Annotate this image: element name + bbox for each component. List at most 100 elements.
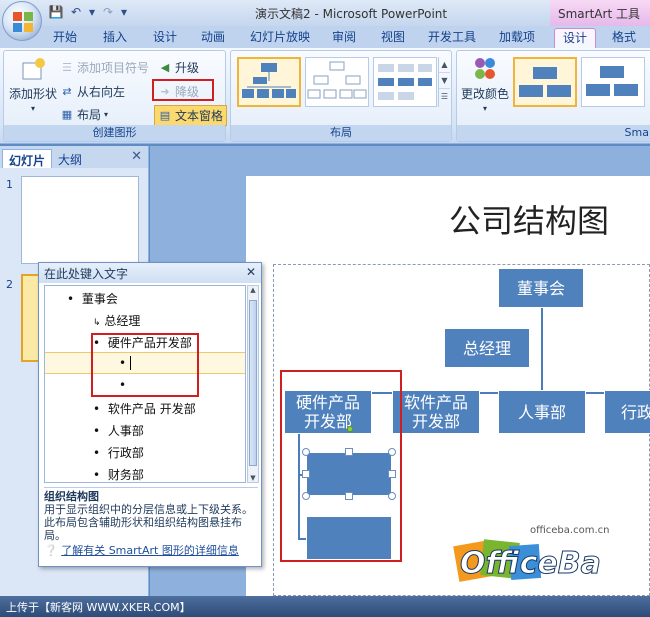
right-to-left-button[interactable]: ⇄ 从右向左 bbox=[60, 83, 125, 100]
org-chart-layout-icon bbox=[242, 63, 296, 98]
layout-hierarchy[interactable] bbox=[305, 57, 369, 107]
redo-icon[interactable]: ↷ bbox=[100, 4, 116, 20]
tab-addins[interactable]: 加载项 bbox=[494, 28, 540, 48]
title-bar: 💾 ↶ ▾ ↷ ▾ 演示文稿2 - Microsoft PowerPoint S… bbox=[0, 0, 650, 26]
description-body: 用于显示组织中的分层信息或上下级关系。此布局包含辅助形状和组织结构图悬挂布局。 bbox=[44, 503, 253, 542]
hardware-highlight bbox=[280, 370, 402, 562]
description-title: 组织结构图 bbox=[44, 490, 99, 503]
group-label-layouts: 布局 bbox=[231, 125, 451, 141]
tab-animation[interactable]: 动画 bbox=[196, 28, 230, 48]
help-link[interactable]: ❔ 了解有关 SmartArt 图形的详细信息 bbox=[44, 544, 258, 557]
ribbon-tabs: 开始 插入 设计 动画 幻灯片放映 审阅 视图 开发工具 加载项 设计 格式 bbox=[0, 26, 650, 48]
tab-review[interactable]: 审阅 bbox=[327, 28, 361, 48]
text-pane-scrollbar[interactable]: ▲ ▼ bbox=[247, 285, 259, 483]
text-pane-description: 组织结构图 用于显示组织中的分层信息或上下级关系。此布局包含辅助形状和组织结构图… bbox=[44, 487, 258, 563]
layout-horizontal-hierarchy[interactable] bbox=[373, 57, 437, 107]
layout-org-chart[interactable] bbox=[237, 57, 301, 107]
office-button[interactable] bbox=[2, 1, 42, 41]
change-colors-icon bbox=[475, 58, 495, 79]
svg-text:OfficeBa: OfficeBa bbox=[460, 546, 601, 581]
slides-pane-tabs: 幻灯片 大纲 ✕ bbox=[0, 146, 148, 168]
org-node-admin[interactable]: 行政 bbox=[604, 390, 650, 434]
promote-icon: ◀ bbox=[160, 60, 170, 74]
horizontal-hierarchy-icon bbox=[378, 64, 432, 100]
customize-qat-icon[interactable]: ▾ bbox=[120, 4, 128, 20]
gallery-down-icon[interactable]: ▼ bbox=[439, 73, 450, 89]
right-to-left-icon: ⇄ bbox=[62, 84, 72, 98]
dropdown-icon[interactable]: ▾ bbox=[88, 4, 96, 20]
org-node-hr[interactable]: 人事部 bbox=[498, 390, 586, 434]
group-label-styles: Sma bbox=[457, 125, 650, 141]
tab-slideshow[interactable]: 幻灯片放映 bbox=[246, 28, 314, 48]
tab-outline[interactable]: 大纲 bbox=[52, 149, 88, 168]
text-pane-close-icon[interactable]: ✕ bbox=[246, 265, 256, 279]
close-icon[interactable]: ✕ bbox=[131, 149, 142, 164]
status-text: 上传于【新客网 WWW.XKER.COM】 bbox=[6, 601, 191, 614]
org-node-board[interactable]: 董事会 bbox=[498, 268, 584, 308]
scroll-down-icon[interactable]: ▼ bbox=[248, 474, 258, 482]
officeba-watermark: officeba.com.cn OfficeBa bbox=[452, 525, 612, 585]
gallery-up-icon[interactable]: ▲ bbox=[439, 57, 450, 73]
add-shape-button[interactable]: 添加形状 ▾ bbox=[9, 57, 57, 113]
tab-home[interactable]: 开始 bbox=[48, 28, 82, 48]
window-title: 演示文稿2 - Microsoft PowerPoint bbox=[255, 7, 448, 21]
style-simple-fill[interactable] bbox=[513, 57, 577, 107]
text-pane-header: 在此处键入文字 ✕ bbox=[39, 263, 261, 283]
group-label-create-graphic: 创建图形 bbox=[4, 125, 225, 141]
tab-view[interactable]: 视图 bbox=[376, 28, 410, 48]
demote-highlight bbox=[152, 79, 214, 101]
promote-button[interactable]: ◀ 升级 bbox=[158, 59, 199, 76]
watermark-url: officeba.com.cn bbox=[530, 525, 610, 536]
tab-slides[interactable]: 幻灯片 bbox=[2, 149, 53, 168]
list-item[interactable]: • 财务部 bbox=[93, 466, 144, 482]
slide-number: 1 bbox=[6, 178, 13, 191]
add-bullet-button[interactable]: ☰ 添加项目符号 bbox=[60, 59, 149, 76]
tab-developer[interactable]: 开发工具 bbox=[424, 28, 480, 48]
add-shape-icon bbox=[22, 58, 45, 80]
text-pane-title: 在此处键入文字 bbox=[44, 267, 129, 281]
text-pane-button[interactable]: ▤ 文本窗格 bbox=[154, 105, 228, 126]
contextual-tab-title: SmartArt 工具 bbox=[550, 0, 650, 26]
slide-thumbnail-1[interactable] bbox=[21, 176, 139, 264]
hierarchy-layout-icon bbox=[307, 61, 367, 99]
slide-number: 2 bbox=[6, 278, 13, 291]
layout-gallery-scroll[interactable]: ▲ ▼ ☰ bbox=[438, 57, 450, 107]
quick-access-toolbar: 💾 ↶ ▾ ↷ ▾ bbox=[48, 4, 128, 20]
group-create-graphic: 添加形状 ▾ ☰ 添加项目符号 ⇄ 从右向左 ▦ 布局 ▾ ◀ 升级 ➜ 降级 … bbox=[3, 50, 228, 142]
org-node-manager[interactable]: 总经理 bbox=[444, 328, 530, 368]
group-smartart-styles: 更改颜色 ▾ Sma bbox=[456, 50, 650, 142]
status-bar: 上传于【新客网 WWW.XKER.COM】 bbox=[0, 596, 650, 617]
layout-icon: ▦ bbox=[61, 107, 73, 121]
text-pane-icon: ▤ bbox=[159, 108, 171, 122]
scroll-thumb[interactable] bbox=[249, 300, 257, 466]
tab-format[interactable]: 格式 bbox=[604, 28, 644, 48]
group-layouts: ▲ ▼ ☰ 布局 bbox=[230, 50, 452, 142]
layout-button[interactable]: ▦ 布局 ▾ bbox=[60, 106, 108, 123]
slide-title[interactable]: 公司结构图 bbox=[449, 196, 609, 242]
add-bullet-icon: ☰ bbox=[62, 60, 72, 74]
list-item[interactable]: ↳ 总经理 bbox=[93, 312, 140, 329]
gallery-more-icon[interactable]: ☰ bbox=[439, 89, 450, 105]
scroll-up-icon[interactable]: ▲ bbox=[248, 286, 258, 294]
new-items-highlight bbox=[91, 333, 199, 397]
officeba-logo: OfficeBa bbox=[453, 539, 601, 582]
ribbon: 添加形状 ▾ ☰ 添加项目符号 ⇄ 从右向左 ▦ 布局 ▾ ◀ 升级 ➜ 降级 … bbox=[0, 48, 650, 144]
tab-design[interactable]: 设计 bbox=[148, 28, 182, 48]
style-simple-fill-icon bbox=[519, 67, 571, 97]
tab-smartart-design[interactable]: 设计 bbox=[554, 28, 596, 48]
text-pane: 在此处键入文字 ✕ • 董事会 ↳ 总经理 • 硬件产品开发部 • • • 软件… bbox=[38, 262, 262, 567]
style-white-outline[interactable] bbox=[581, 57, 645, 107]
style-white-outline-icon bbox=[586, 66, 638, 96]
org-node-software[interactable]: 软件产品 开发部 bbox=[392, 390, 480, 434]
office-logo-icon bbox=[13, 12, 33, 32]
undo-icon[interactable]: ↶ bbox=[68, 4, 84, 20]
list-item[interactable]: • 董事会 bbox=[67, 290, 118, 307]
save-icon[interactable]: 💾 bbox=[48, 4, 64, 20]
tab-insert[interactable]: 插入 bbox=[98, 28, 132, 48]
help-icon: ❔ bbox=[44, 544, 58, 557]
connector-line bbox=[541, 298, 543, 394]
change-colors-button[interactable]: 更改颜色 ▾ bbox=[461, 55, 509, 113]
list-item[interactable]: • 人事部 bbox=[93, 422, 144, 439]
list-item[interactable]: • 行政部 bbox=[93, 444, 144, 461]
list-item[interactable]: • 软件产品 开发部 bbox=[93, 400, 196, 417]
